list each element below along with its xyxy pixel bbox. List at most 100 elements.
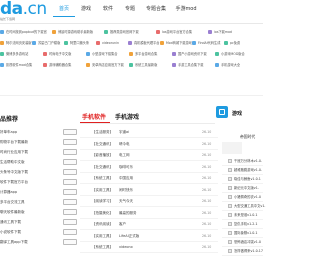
- nav-topics[interactable]: 专题: [119, 5, 141, 17]
- download-button[interactable]: [63, 239, 77, 245]
- software-name[interactable]: LifeAI正式版: [119, 234, 139, 238]
- software-name[interactable]: videonx: [119, 245, 133, 249]
- site-logo[interactable]: da.cn: [0, 1, 47, 18]
- software-list-item[interactable]: 【生活服务】 宇道ai: [92, 130, 129, 135]
- software-list-item[interactable]: 【影音播放】 电工网: [92, 153, 130, 158]
- tag-link[interactable]: 阿尔法网页安装版官方: [0, 40, 32, 45]
- game-name[interactable]: 千冠万分林木v1.0.: [234, 158, 262, 163]
- featured-app-link[interactable]: 好单车app: [0, 130, 17, 135]
- tag-link[interactable]: 安卓商店应用官方下载: [86, 62, 129, 67]
- software-list-item[interactable]: 【阅读学习】 天气今天: [92, 199, 133, 204]
- tag-link[interactable]: 游戏辅助器合集: [43, 62, 86, 67]
- tag-link[interactable]: 小游戏MOD版合: [215, 51, 258, 56]
- tag-link[interactable]: 手游工具合集下载: [172, 62, 215, 67]
- software-name[interactable]: 电工网: [119, 153, 130, 157]
- game-name[interactable]: 未来是谁v1.0.1: [234, 212, 258, 217]
- tag-link[interactable]: 苏星已门户模版: [32, 40, 64, 45]
- tag-link[interactable]: 系统工具最新版: [129, 62, 172, 67]
- download-button[interactable]: [63, 149, 77, 155]
- nav-software[interactable]: 软件: [97, 5, 119, 17]
- software-list-item[interactable]: 【系统工具】 videonx: [92, 245, 133, 250]
- tab-mobile-software[interactable]: 手机软件: [82, 112, 106, 121]
- tag-link[interactable]: 小型游戏下载集合: [86, 51, 129, 56]
- game-list-item[interactable]: 国际象棋v1.0.1: [228, 230, 258, 235]
- game-list-item[interactable]: 千冠万分林木v1.0.: [228, 158, 262, 163]
- software-list-item[interactable]: 【系统工具】 中国应用: [92, 176, 133, 181]
- tag-link[interactable]: 博晨时源游戏助手最新版: [52, 29, 104, 34]
- featured-app-link[interactable]: 计算器app: [0, 190, 17, 195]
- tag-link[interactable]: 在时间找到popbud的下载官: [0, 29, 52, 34]
- game-list-item[interactable]: 恐怖酒店冲突v1.0: [228, 239, 261, 244]
- game-name[interactable]: 国际象棋v1.0.1: [234, 230, 258, 235]
- software-name[interactable]: 天气今天: [119, 199, 133, 203]
- software-name[interactable]: 咖啡可乐: [119, 165, 133, 169]
- featured-app-link[interactable]: 小说软件下载: [0, 230, 21, 235]
- game-list-item[interactable]: 大型交通工具中文v1.: [228, 203, 265, 208]
- game-name[interactable]: 大型交通工具中文v1.: [234, 203, 265, 208]
- download-button[interactable]: [63, 179, 77, 185]
- featured-app-link[interactable]: 购物平台下载最新: [0, 140, 28, 145]
- game-name[interactable]: 小猪佩奇的农v1.0: [234, 194, 261, 199]
- game-name[interactable]: 恐怖酒店冲突v1.0: [234, 239, 261, 244]
- software-category[interactable]: 【系统工具】: [92, 176, 113, 180]
- featured-app-link[interactable]: 聊天软件最新版: [0, 210, 25, 215]
- game-list-item[interactable]: 新纪元中文版v1.: [228, 185, 259, 190]
- game-list-item[interactable]: 超难跑跳游戏v1.0.: [228, 167, 262, 172]
- game-name[interactable]: 新纪元中文版v1.: [234, 185, 259, 190]
- featured-app-link[interactable]: 生活帮助中文版: [0, 160, 25, 165]
- software-list-item[interactable]: 【实用工具】 闲时快乐: [92, 188, 133, 193]
- software-list-item[interactable]: 【社交通讯】 晴今电: [92, 142, 130, 147]
- software-list-item[interactable]: 【资讯阅读】 客户: [92, 222, 126, 227]
- download-button[interactable]: [63, 189, 77, 195]
- download-button[interactable]: [63, 129, 77, 135]
- tag-link[interactable]: 影视软件mod合集: [0, 62, 43, 67]
- software-name[interactable]: 中国应用: [119, 176, 133, 180]
- tag-link[interactable]: ios下载mod: [208, 29, 260, 34]
- download-button[interactable]: [63, 199, 77, 205]
- software-category[interactable]: 【资讯阅读】: [92, 222, 113, 226]
- featured-app-link[interactable]: 头条号中文版下载: [0, 170, 28, 175]
- software-category[interactable]: 【社交通讯】: [92, 165, 113, 169]
- software-list-item[interactable]: 【社交通讯】 咖啡可乐: [92, 165, 133, 170]
- tag-link[interactable]: Mod商城下载游戏: [160, 40, 192, 45]
- software-category[interactable]: 【系统工具】: [92, 245, 113, 249]
- feature-game-thumbnail[interactable]: [222, 142, 242, 154]
- download-button[interactable]: [63, 229, 77, 235]
- software-category[interactable]: 【阅读学习】: [92, 199, 113, 203]
- featured-app-link[interactable]: 通讯工具下载: [0, 220, 21, 225]
- tag-link[interactable]: 国产小游戏资讯下载: [172, 51, 215, 56]
- tag-link[interactable]: pc免费: [224, 40, 256, 45]
- tag-link[interactable]: 多平台游戏合集: [129, 51, 172, 56]
- nav-home[interactable]: 首页: [53, 5, 75, 17]
- game-name[interactable]: 超难跑跳游戏v1.0.: [234, 167, 262, 172]
- nav-mobile-mod[interactable]: 手游mod: [171, 5, 201, 17]
- download-button[interactable]: [63, 209, 77, 215]
- software-list-item[interactable]: 【实用工具】 LifeAI正式版: [92, 234, 139, 239]
- software-name[interactable]: 客户: [119, 222, 126, 226]
- software-category[interactable]: 【影音播放】: [92, 153, 113, 157]
- software-name[interactable]: 闲时快乐: [119, 188, 133, 192]
- tag-link[interactable]: 微博多多游戏站: [0, 51, 43, 56]
- tag-link[interactable]: 时尚电子中文版: [43, 51, 86, 56]
- tag-link[interactable]: 推荐类游戏官网下载: [104, 29, 156, 34]
- game-list-item[interactable]: 小猪佩奇的农v1.0: [228, 194, 261, 199]
- tab-mobile-games[interactable]: 手机游戏: [115, 112, 139, 121]
- tag-link[interactable]: Ios游戏平台官方合集: [156, 29, 208, 34]
- tag-link[interactable]: 真机模板代理平台: [128, 40, 160, 45]
- tag-link[interactable]: videorunin: [96, 40, 128, 45]
- nav-games[interactable]: 游戏: [75, 5, 97, 17]
- game-name[interactable]: 复仇手机v1.2.1: [234, 221, 258, 226]
- tag-link[interactable]: FindAI代码生成: [192, 40, 224, 45]
- featured-app-link[interactable]: 多平台交流工具: [0, 200, 25, 205]
- tag-link[interactable]: 阿里口播头条: [64, 40, 96, 45]
- game-list-item[interactable]: 未来是谁v1.0.1: [228, 212, 258, 217]
- game-name[interactable]: 怎样做得来v1.0.17: [234, 248, 263, 253]
- tag-link[interactable]: 手机游戏大全: [215, 62, 258, 67]
- game-list-item[interactable]: 怎样做得来v1.0.17: [228, 248, 263, 253]
- software-category[interactable]: 【实用工具】: [92, 234, 113, 238]
- download-button[interactable]: [63, 139, 77, 145]
- game-list-item[interactable]: 晓佳与鲸鱼v1.0.1: [228, 176, 261, 181]
- software-name[interactable]: 晴今电: [119, 142, 130, 146]
- software-name[interactable]: 最高的服务: [119, 211, 137, 215]
- game-list-item[interactable]: 复仇手机v1.2.1: [228, 221, 258, 226]
